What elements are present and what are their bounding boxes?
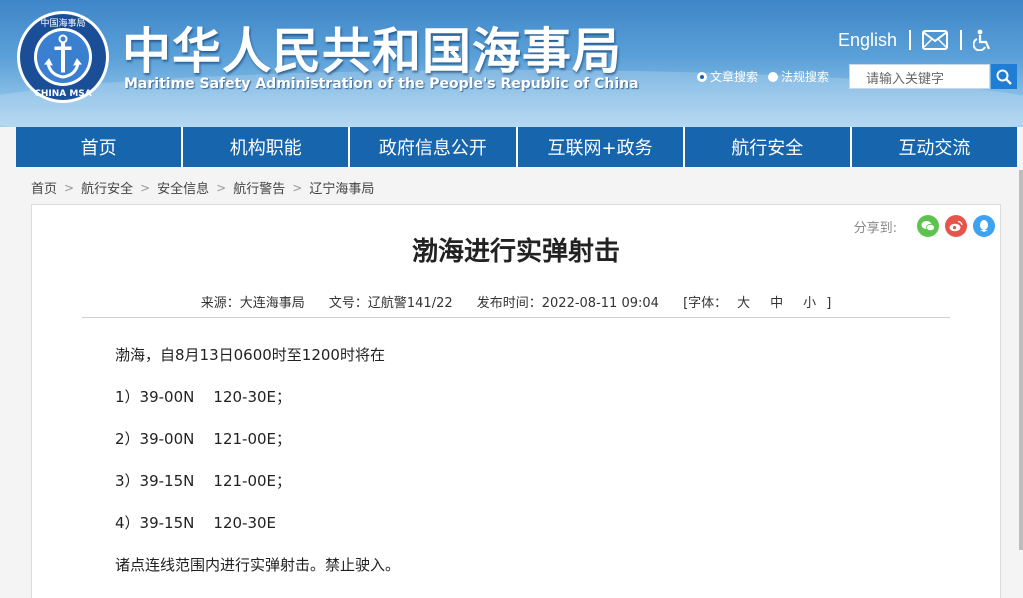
search-option-articles[interactable]: 文章搜索 [697,68,758,85]
chevron-right-icon: > [64,180,75,195]
article-paragraph: 渤海，自8月13日0600时至1200时将在 [115,346,385,364]
nav-functions[interactable]: 机构职能 [183,127,349,167]
article-paragraph: 1）39-00N 120-30E； [115,388,292,406]
nav-interaction[interactable]: 互动交流 [851,127,1018,167]
article-paragraph: 4）39-15N 120-30E [115,514,277,532]
search-option-label: 文章搜索 [710,70,759,84]
chevron-right-icon: > [292,180,303,195]
breadcrumb-item[interactable]: 航行警告 [233,178,285,197]
nav-navigation-safety[interactable]: 航行安全 [684,127,850,167]
font-size-medium-button[interactable]: 中 [770,296,783,311]
page-scrollbar[interactable] [1019,170,1023,550]
svg-text:CHINA MSA: CHINA MSA [34,89,92,99]
nav-home[interactable]: 首页 [16,127,182,167]
article-meta: 来源：大连海事局 文号：辽航警141/22 发布时间：2022-08-11 09… [32,292,1000,311]
radio-selected-icon[interactable] [697,71,707,82]
search-input[interactable]: 请输入关键字 [849,64,990,89]
article-paragraph: 2）39-00N 121-00E； [115,430,292,448]
font-size-controls: [字体： 大 中 小] [683,296,831,311]
search-option-label: 法规搜索 [781,70,830,84]
chevron-right-icon: > [216,180,227,195]
font-size-label: [字体： [683,296,728,311]
accessibility-icon[interactable] [973,29,993,51]
main-nav: 首页 机构职能 政府信息公开 互联网+政务 航行安全 互动交流 [16,127,1018,167]
radio-unselected-icon[interactable] [768,71,779,82]
tool-divider [960,30,963,50]
font-size-close: ] [826,296,832,311]
scrollbar-thumb[interactable] [1019,170,1023,550]
breadcrumb: 首页 > 航行安全 > 安全信息 > 航行警告 > 辽宁海事局 [31,178,374,198]
search-option-regulations[interactable]: 法规搜索 [768,68,829,85]
article-title: 渤海进行实弹射击 [411,237,620,267]
search-icon [996,69,1012,85]
nav-internet-services[interactable]: 互联网+政务 [517,127,683,167]
english-link[interactable]: English [838,30,897,51]
article-body: 渤海，自8月13日0600时至1200时将在 1）39-00N 120-30E；… [115,345,400,597]
font-size-small-button[interactable]: 小 [803,296,816,311]
site-header: 中国海事局 CHINA MSA 中华人民共和国海事局 Maritime Safe… [0,0,1023,127]
breadcrumb-item[interactable]: 航行安全 [81,178,133,197]
article-paragraph: 诸点连线范围内进行实弹射击。禁止驶入。 [115,556,401,574]
search-scope-options: 文章搜索 法规搜索 [697,68,839,85]
svg-text:中国海事局: 中国海事局 [40,17,85,29]
china-msa-logo[interactable]: 中国海事局 CHINA MSA [15,9,111,105]
breadcrumb-item[interactable]: 首页 [31,178,57,197]
chevron-right-icon: > [140,180,151,195]
breadcrumb-item[interactable]: 安全信息 [157,178,209,197]
site-title-en: Maritime Safety Administration of the Pe… [124,76,639,92]
article-publish-time: 发布时间：2022-08-11 09:04 [476,296,659,311]
tool-divider [909,30,912,50]
article-paragraph: 3）39-15N 121-00E； [115,472,292,490]
top-tools: English [838,26,993,54]
mail-icon[interactable] [922,30,949,50]
breadcrumb-item[interactable]: 辽宁海事局 [309,178,374,197]
site-title-cn: 中华人民共和国海事局 [122,23,623,80]
search-button[interactable] [991,64,1017,89]
article-card: 分享到: 渤海进行实弹射击 来源：大连海事局 文号：辽航警141/22 发布时间… [31,204,1001,598]
article-source: 来源：大连海事局 [200,296,305,311]
article-doc-number: 文号：辽航警141/22 [328,296,453,311]
nav-gov-info[interactable]: 政府信息公开 [350,127,516,167]
font-size-large-button[interactable]: 大 [737,296,750,311]
title-divider [82,317,950,318]
